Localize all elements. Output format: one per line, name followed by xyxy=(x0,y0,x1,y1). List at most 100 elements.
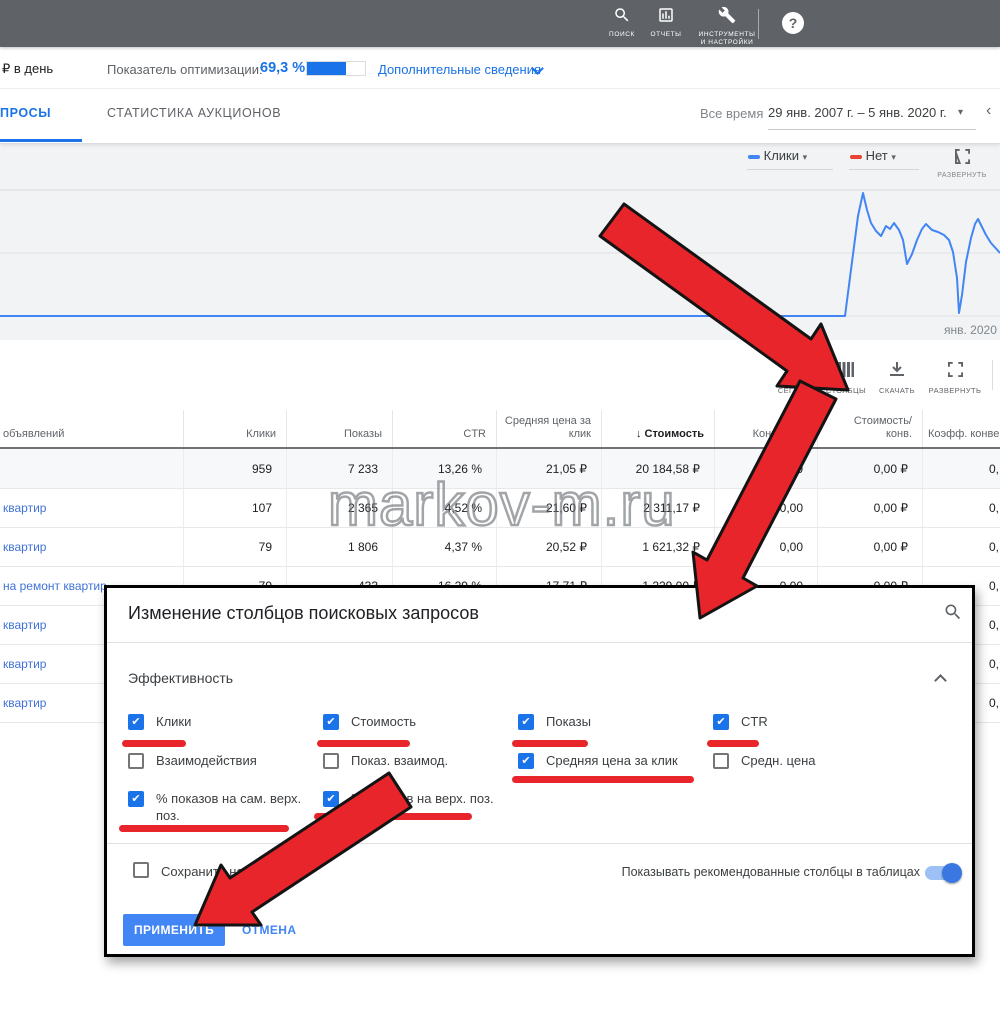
red-underline-annotation xyxy=(512,776,694,783)
columns-button[interactable]: СТОЛБЦЫ xyxy=(818,362,874,395)
checkbox-avg-cpc[interactable]: ✔ Средняя цена за клик xyxy=(518,753,713,769)
table-expand-button[interactable]: РАЗВЕРНУТЬ xyxy=(927,362,983,395)
optimization-score-label: Показатель оптимизации: xyxy=(107,62,263,77)
daily-budget-label: ₽ в день xyxy=(2,61,53,77)
search-nav-label: ПОИСК xyxy=(600,31,644,39)
search-term-link: квартир xyxy=(0,489,184,527)
cell-conversions: 0,00 xyxy=(715,489,818,527)
date-range-value[interactable]: 29 янв. 2007 г. – 5 янв. 2020 г. xyxy=(768,105,947,120)
date-range-underline xyxy=(768,129,976,130)
checkbox-impressions[interactable]: ✔ Показы xyxy=(518,714,713,730)
cell-clicks: 79 xyxy=(184,528,287,566)
date-range-preset: Все время xyxy=(700,106,763,121)
recommended-columns-toggle[interactable] xyxy=(925,866,959,880)
red-underline-annotation xyxy=(512,740,588,747)
time-series-chart xyxy=(0,143,1000,340)
toggle-knob xyxy=(942,863,962,883)
cancel-button[interactable]: ОТМЕНА xyxy=(231,914,307,946)
column-header-ctr[interactable]: CTR xyxy=(393,410,497,447)
checkbox-clicks[interactable]: ✔ Клики xyxy=(128,714,323,730)
segment-button[interactable]: СЕГМЕНТ xyxy=(769,362,825,395)
tools-nav-label: ИНСТРУМЕНТЫ И НАСТРОЙКИ xyxy=(694,31,760,47)
checkbox-abs-top-impr[interactable]: ✔ % показов на сам. верх. поз. xyxy=(128,791,323,824)
checkbox-icon: ✔ xyxy=(323,714,339,730)
column-header-cost-sorted[interactable]: ↓ Стоимость xyxy=(602,410,715,447)
column-header-cost-per-conv[interactable]: Стоимость/конв. xyxy=(818,410,923,447)
tools-nav-button[interactable]: ИНСТРУМЕНТЫ И НАСТРОЙКИ xyxy=(694,6,760,47)
column-header-conversions[interactable]: Конверсии xyxy=(715,410,818,447)
reports-nav-button[interactable]: ОТЧЕТЫ xyxy=(644,6,688,39)
column-header-avg-cpc[interactable]: Средняя цена за клик xyxy=(497,410,602,447)
segment-label: СЕГМЕНТ xyxy=(769,386,825,395)
search-term-link: квартир xyxy=(0,528,184,566)
help-icon: ? xyxy=(789,15,798,31)
checkbox-ctr[interactable]: ✔ CTR xyxy=(713,714,908,730)
checkbox-interaction-rate[interactable]: ✔ Показ. взаимод. xyxy=(323,753,518,769)
cell-cost-per-conv: 0,00 ₽ xyxy=(818,489,923,527)
checkbox-icon: ✔ xyxy=(323,791,339,807)
optimization-score-value: 69,3 % xyxy=(260,60,305,76)
checkbox-icon: ✔ xyxy=(518,753,534,769)
optimization-bar: ₽ в день Показатель оптимизации: 69,3 % … xyxy=(0,47,1000,89)
column-header-adgroup[interactable]: объявлений xyxy=(0,410,184,447)
chevron-down-icon[interactable]: ▾ xyxy=(958,107,963,118)
red-underline-annotation xyxy=(317,740,410,747)
red-underline-annotation xyxy=(122,740,186,747)
search-icon xyxy=(943,602,963,622)
clicks-series-line xyxy=(0,193,1000,316)
toolbar-divider xyxy=(992,360,993,390)
modal-divider xyxy=(107,843,972,844)
reports-nav-label: ОТЧЕТЫ xyxy=(644,31,688,39)
column-header-impressions[interactable]: Показы xyxy=(287,410,393,447)
top-app-bar: ПОИСК ОТЧЕТЫ ИНСТРУМЕНТЫ И НАСТРОЙКИ ? xyxy=(0,0,1000,47)
chart-section: Клики ▾ Нет ▾ РАЗВЕРНУТЬ янв. 2020 xyxy=(0,143,1000,340)
tools-icon xyxy=(718,6,736,24)
column-header-conv-rate[interactable]: Коэфф. конве xyxy=(923,410,1000,447)
reports-icon xyxy=(657,6,675,24)
table-toolbar: СЕГМЕНТ СТОЛБЦЫ СКАЧАТЬ РАЗВЕРНУТЬ xyxy=(0,340,1000,410)
checkbox-icon: ✔ xyxy=(128,714,144,730)
tab-auction-insights[interactable]: СТАТИСТИКА АУКЦИОНОВ xyxy=(107,106,281,120)
expand-icon xyxy=(948,362,963,377)
help-button[interactable]: ? xyxy=(782,12,804,34)
cell-conversions: 0,00 xyxy=(715,528,818,566)
cell-conv-rate: 0, xyxy=(923,528,1000,566)
checkbox-icon: ✔ xyxy=(713,714,729,730)
cell-cost-per-conv: 0,00 ₽ xyxy=(818,528,923,566)
modal-divider xyxy=(107,642,972,643)
red-underline-annotation xyxy=(707,740,759,747)
section-performance-label: Эффективность xyxy=(128,670,233,686)
download-icon xyxy=(889,362,905,377)
save-column-set-label: Сохранить набор ст xyxy=(161,864,282,879)
edit-columns-modal: Изменение столбцов поисковых запросов Эф… xyxy=(104,585,975,957)
checkbox-icon: ✔ xyxy=(518,714,534,730)
active-tab-underline xyxy=(0,139,82,142)
modal-search-button[interactable] xyxy=(943,602,963,627)
cell-conv-rate: 0, xyxy=(923,449,1000,488)
apply-button[interactable]: ПРИМЕНИТЬ xyxy=(123,914,225,946)
checkbox-icon: ✔ xyxy=(128,753,144,769)
download-button[interactable]: СКАЧАТЬ xyxy=(869,362,925,395)
checkbox-avg-cost[interactable]: ✔ Средн. цена xyxy=(713,753,908,769)
checkbox-save-column-set[interactable] xyxy=(133,862,149,878)
watermark: markov-m.ru xyxy=(328,470,676,539)
optimization-progress-fill xyxy=(307,62,346,75)
checkbox-icon: ✔ xyxy=(323,753,339,769)
search-icon xyxy=(613,6,631,24)
chevron-up-icon[interactable] xyxy=(934,674,947,687)
search-nav-button[interactable]: ПОИСК xyxy=(600,6,644,39)
checkbox-interactions[interactable]: ✔ Взаимодействия xyxy=(128,753,323,769)
checkbox-top-impr[interactable]: ✔ % показов на верх. поз. xyxy=(323,791,518,807)
segment-icon xyxy=(789,362,806,377)
checkbox-icon: ✔ xyxy=(713,753,729,769)
chevron-left-icon[interactable]: ‹ xyxy=(986,102,991,120)
row-label xyxy=(0,449,184,488)
table-expand-label: РАЗВЕРНУТЬ xyxy=(927,386,983,395)
column-header-clicks[interactable]: Клики xyxy=(184,410,287,447)
details-link[interactable]: Дополнительные сведения xyxy=(378,62,541,77)
checkbox-cost[interactable]: ✔ Стоимость xyxy=(323,714,518,730)
cell-conversions: 0,00 xyxy=(715,449,818,488)
cell-clicks: 959 xyxy=(184,449,287,488)
tab-search-terms[interactable]: ПРОСЫ xyxy=(0,106,51,120)
tabs-row: ПРОСЫ СТАТИСТИКА АУКЦИОНОВ Все время 29 … xyxy=(0,88,1000,144)
